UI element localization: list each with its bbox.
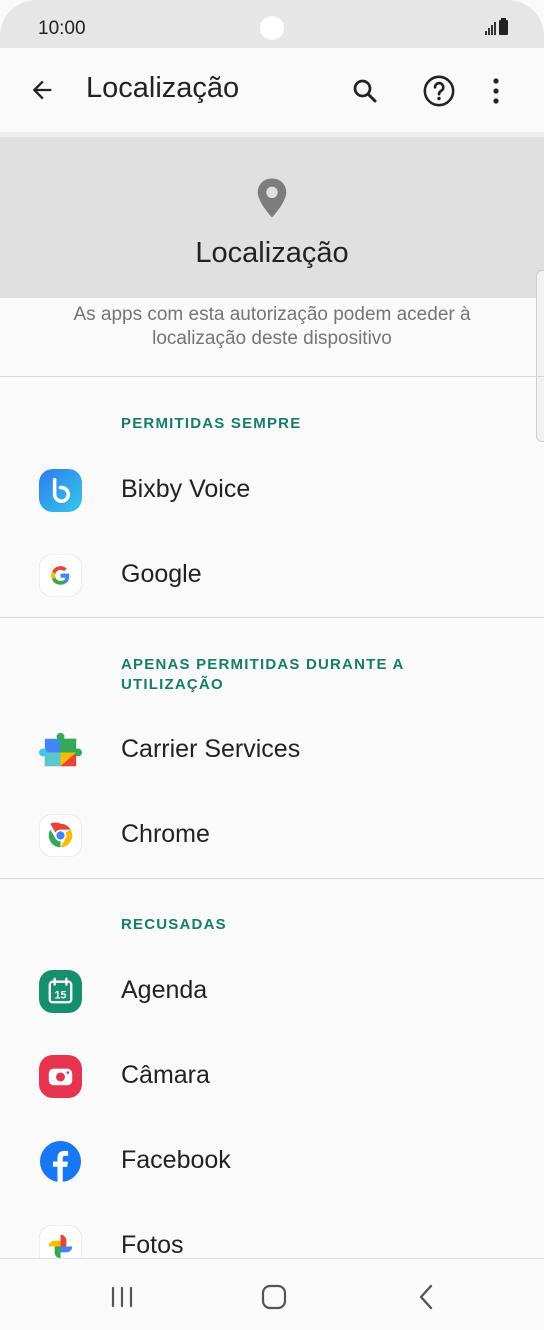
scroll-handle[interactable] (536, 270, 544, 442)
recent-apps-icon (111, 1286, 133, 1308)
back-nav-icon (419, 1284, 433, 1310)
search-button[interactable] (344, 70, 386, 112)
app-name: Câmara (121, 1061, 210, 1089)
signal-icon (485, 21, 496, 35)
app-row-agenda[interactable]: 15 Agenda (0, 949, 544, 1033)
app-row-camara[interactable]: Câmara (0, 1034, 544, 1118)
back-button[interactable] (22, 70, 62, 110)
calendar-icon: 15 (39, 970, 82, 1013)
help-button[interactable] (418, 70, 460, 112)
camera-cutout (260, 16, 284, 40)
app-row-bixby-voice[interactable]: Bixby Voice (0, 448, 544, 532)
status-bar: 10:00 (0, 0, 544, 48)
app-bar: Localização (0, 48, 544, 132)
app-name: Fotos (121, 1231, 184, 1259)
back-nav-button[interactable] (406, 1281, 446, 1313)
navigation-bar (0, 1258, 544, 1330)
chrome-icon (39, 814, 82, 857)
app-name: Carrier Services (121, 735, 301, 763)
location-pin-icon (257, 178, 287, 218)
home-icon (261, 1284, 287, 1310)
page-title: Localização (86, 72, 240, 104)
arrow-left-icon (32, 80, 52, 100)
app-row-facebook[interactable]: Facebook (0, 1119, 544, 1203)
section-divider (0, 617, 544, 618)
recent-apps-button[interactable] (102, 1281, 142, 1313)
app-row-chrome[interactable]: Chrome (0, 793, 544, 877)
app-row-carrier-services[interactable]: Carrier Services (0, 708, 544, 792)
section-divider (0, 376, 544, 377)
facebook-icon (39, 1140, 82, 1183)
app-row-google[interactable]: Google (0, 533, 544, 617)
section-label-denied: RECUSADAS (121, 916, 227, 933)
bixby-voice-icon (39, 469, 82, 512)
app-name: Agenda (121, 976, 208, 1004)
google-icon (39, 554, 82, 597)
camera-icon (39, 1055, 82, 1098)
app-name: Facebook (121, 1146, 231, 1174)
battery-icon (499, 18, 508, 35)
help-circle-icon (423, 75, 455, 107)
permission-description: As apps com esta autorização podem acede… (73, 304, 471, 349)
section-label-while-in-use: APENAS PERMITIDAS DURANTE A UTILIZAÇÃO (121, 656, 404, 693)
header-title: Localização (195, 237, 349, 269)
status-time: 10:00 (38, 18, 86, 39)
carrier-services-icon (39, 732, 82, 767)
home-button[interactable] (254, 1281, 294, 1313)
app-name: Bixby Voice (121, 475, 251, 503)
app-name: Chrome (121, 820, 210, 848)
status-icons (485, 18, 508, 35)
app-name: Google (121, 560, 202, 588)
permission-header: Localização (0, 137, 544, 298)
section-label-always: PERMITIDAS SEMPRE (121, 415, 302, 432)
section-divider (0, 878, 544, 879)
search-icon (353, 79, 377, 103)
more-options-button[interactable] (478, 70, 514, 112)
more-vert-icon (493, 78, 499, 104)
calendar-day-number: 15 (55, 989, 67, 1001)
